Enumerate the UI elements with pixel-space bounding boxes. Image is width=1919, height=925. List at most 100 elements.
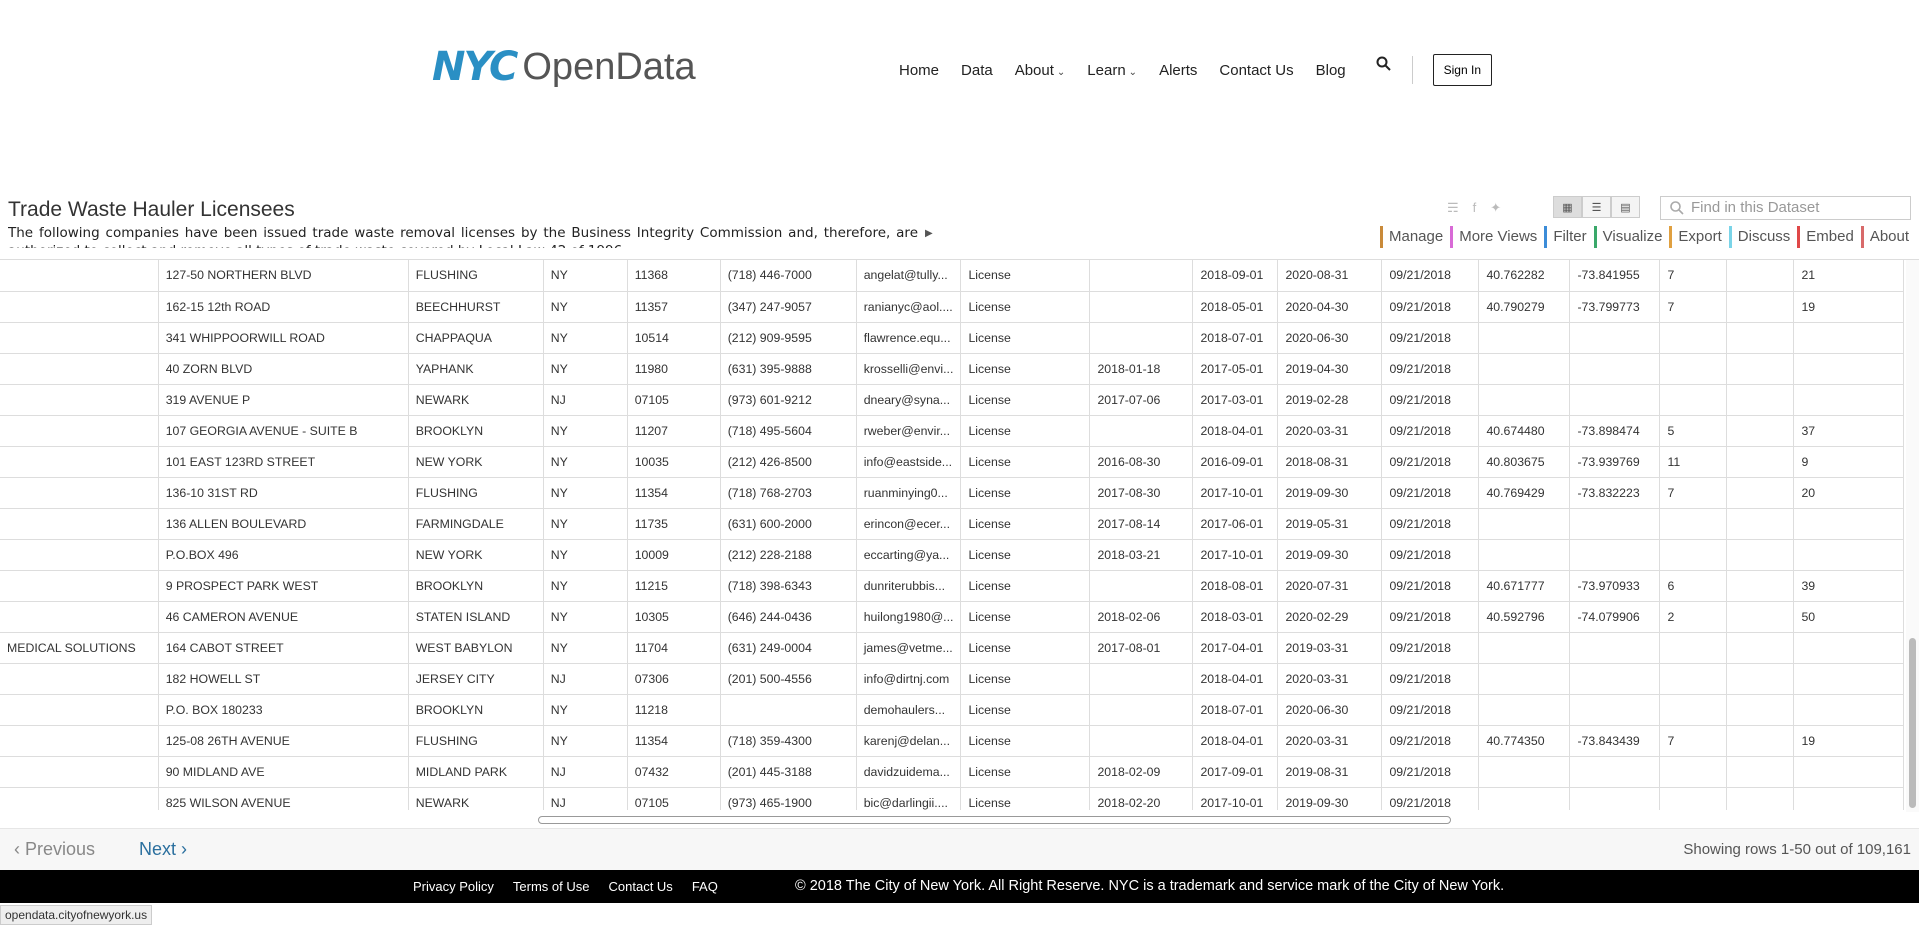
table-cell (1478, 756, 1571, 788)
table-cell (1659, 539, 1728, 571)
table-cell: 10514 (627, 322, 721, 354)
table-row[interactable]: 9 PROSPECT PARK WEST BROOKLYN NY 11215 (718)… (0, 570, 1905, 602)
table-cell: NY (543, 632, 628, 664)
terms-of-use-link[interactable]: Terms of Use (513, 879, 590, 894)
twitter-icon[interactable]: ✦ (1490, 200, 1501, 216)
table-cell: 40.762282 (1478, 260, 1571, 292)
table-cell: 07432 (627, 756, 721, 788)
table-cell: 125-08 26TH AVENUE (158, 725, 409, 757)
table-cell: License (960, 570, 1091, 602)
table-row[interactable]: 125-08 26TH AVENUE FLUSHING NY 11354 (718) 3… (0, 725, 1905, 757)
nav-home[interactable]: Home (899, 62, 939, 79)
table-cell: 2017-07-06 (1089, 384, 1194, 416)
table-row[interactable]: 825 WILSON AVENUE NEWARK NJ 07105 (973) 465-… (0, 787, 1905, 810)
table-cell (0, 694, 159, 726)
manage-button[interactable]: Manage (1380, 226, 1449, 248)
nav-contact-us[interactable]: Contact Us (1219, 62, 1293, 79)
table-cell: STATEN ISLAND (408, 601, 544, 633)
table-cell (1089, 663, 1194, 695)
expand-description-icon[interactable]: ▶ (925, 228, 933, 239)
table-cell: 09/21/2018 (1381, 322, 1480, 354)
table-cell: eccarting@ya... (856, 539, 962, 571)
vertical-scrollbar[interactable] (1906, 260, 1919, 812)
table-cell: 2017-08-01 (1089, 632, 1194, 664)
table-cell: 2017-03-01 (1192, 384, 1279, 416)
table-cell: ranianyc@aol.... (856, 291, 962, 323)
table-cell: 2019-03-31 (1277, 632, 1383, 664)
page-view-icon[interactable]: ▤ (1611, 196, 1640, 218)
table-cell: NJ (543, 756, 628, 788)
table-cell: 2019-09-30 (1277, 477, 1383, 509)
table-cell (1793, 787, 1905, 810)
table-cell (1659, 787, 1728, 810)
sign-in-button[interactable]: Sign In (1432, 54, 1492, 86)
table-cell: NY (543, 570, 628, 602)
table-cell: 39 (1793, 570, 1905, 602)
table-row[interactable]: 127-50 NORTHERN BLVD FLUSHING NY 11368 (718)… (0, 260, 1905, 292)
nav-about[interactable]: About ⌄ (1015, 62, 1066, 79)
table-cell: huilong1980@... (856, 601, 962, 633)
nav-alerts[interactable]: Alerts (1159, 62, 1197, 79)
table-row[interactable]: 40 ZORN BLVD YAPHANK NY 11980 (631) 395-9888… (0, 353, 1905, 385)
about-button[interactable]: About (1860, 226, 1915, 248)
table-cell: FARMINGDALE (408, 508, 544, 540)
find-in-dataset-input[interactable]: Find in this Dataset (1660, 196, 1911, 220)
previous-button[interactable]: ‹ Previous (14, 839, 95, 860)
nav-blog[interactable]: Blog (1316, 62, 1346, 79)
table-cell: MIDLAND PARK (408, 756, 544, 788)
table-cell: 11980 (627, 353, 721, 385)
embed-button[interactable]: Embed (1797, 226, 1859, 248)
table-row[interactable]: 90 MIDLAND AVE MIDLAND PARK NJ 07432 (201) 4… (0, 756, 1905, 788)
table-cell: 2018-02-09 (1089, 756, 1194, 788)
nav-learn[interactable]: Learn ⌄ (1087, 62, 1137, 79)
table-row[interactable]: 319 AVENUE P NEWARK NJ 07105 (973) 601-9212 d… (0, 384, 1905, 416)
table-row[interactable]: MEDICAL SOLUTIONS 164 CABOT STREET WEST BA… (0, 632, 1905, 664)
table-cell: 2017-10-01 (1192, 539, 1279, 571)
logo-nyc: NYC (432, 44, 518, 90)
visualize-button[interactable]: Visualize (1593, 226, 1668, 248)
table-cell: 825 WILSON AVENUE (158, 787, 409, 810)
table-row[interactable]: 101 EAST 123RD STREET NEW YORK NY 10035 (212… (0, 446, 1905, 478)
table-cell: 09/21/2018 (1381, 570, 1480, 602)
table-cell (0, 663, 159, 695)
table-row[interactable]: 162-15 12th ROAD BEECHHURST NY 11357 (347) 2… (0, 291, 1905, 323)
nyc-opendata-logo[interactable]: NYC OpenData (432, 44, 696, 90)
table-cell: 09/21/2018 (1381, 663, 1480, 695)
filter-button[interactable]: Filter (1544, 226, 1592, 248)
table-row[interactable]: 46 CAMERON AVENUE STATEN ISLAND NY 10305 (64… (0, 601, 1905, 633)
table-cell: 2020-02-29 (1277, 601, 1383, 633)
table-row[interactable]: P.O. BOX 180233 BROOKLYN NY 11218 demohauler… (0, 694, 1905, 726)
table-row[interactable]: 107 GEORGIA AVENUE - SUITE B BROOKLYN NY 11… (0, 415, 1905, 447)
horizontal-scroll-thumb[interactable] (538, 816, 1451, 824)
facebook-icon[interactable]: f (1473, 200, 1477, 216)
discuss-button[interactable]: Discuss (1728, 226, 1796, 248)
footer-links: Privacy Policy Terms of Use Contact Us F… (413, 879, 718, 894)
table-row[interactable]: P.O.BOX 496 NEW YORK NY 10009 (212) 228-2188… (0, 539, 1905, 571)
search-icon[interactable] (1376, 56, 1392, 72)
contact-us-link[interactable]: Contact Us (609, 879, 673, 894)
table-cell (1726, 601, 1795, 633)
table-row[interactable]: 136-10 31ST RD FLUSHING NY 11354 (718) 768-2… (0, 477, 1905, 509)
table-cell: NEW YORK (408, 446, 544, 478)
table-row[interactable]: 182 HOWELL ST JERSEY CITY NJ 07306 (201) 500… (0, 663, 1905, 695)
list-view-icon[interactable]: ☰ (1582, 196, 1611, 218)
table-cell: 7 (1659, 725, 1728, 757)
nav-data[interactable]: Data (961, 62, 993, 79)
table-cell: 40 ZORN BLVD (158, 353, 409, 385)
data-grid[interactable]: 127-50 NORTHERN BLVD FLUSHING NY 11368 (718)… (0, 260, 1906, 810)
vertical-scroll-thumb[interactable] (1909, 638, 1916, 808)
table-cell: 2018-02-06 (1089, 601, 1194, 633)
more-views-button[interactable]: More Views (1450, 226, 1543, 248)
table-row[interactable]: 341 WHIPPOORWILL ROAD CHAPPAQUA NY 10514 (21… (0, 322, 1905, 354)
horizontal-scrollbar[interactable] (0, 812, 1906, 828)
table-view-icon[interactable]: ▦ (1553, 196, 1582, 218)
next-button[interactable]: Next › (139, 839, 187, 860)
export-button[interactable]: Export (1669, 226, 1727, 248)
table-cell: 162-15 12th ROAD (158, 291, 409, 323)
faq-link[interactable]: FAQ (692, 879, 718, 894)
pagination: ‹ Previous Next › Showing rows 1-50 out … (0, 828, 1919, 870)
table-cell (0, 756, 159, 788)
rss-icon[interactable]: ☴ (1447, 200, 1459, 216)
table-row[interactable]: 136 ALLEN BOULEVARD FARMINGDALE NY 11735 (63… (0, 508, 1905, 540)
privacy-policy-link[interactable]: Privacy Policy (413, 879, 494, 894)
